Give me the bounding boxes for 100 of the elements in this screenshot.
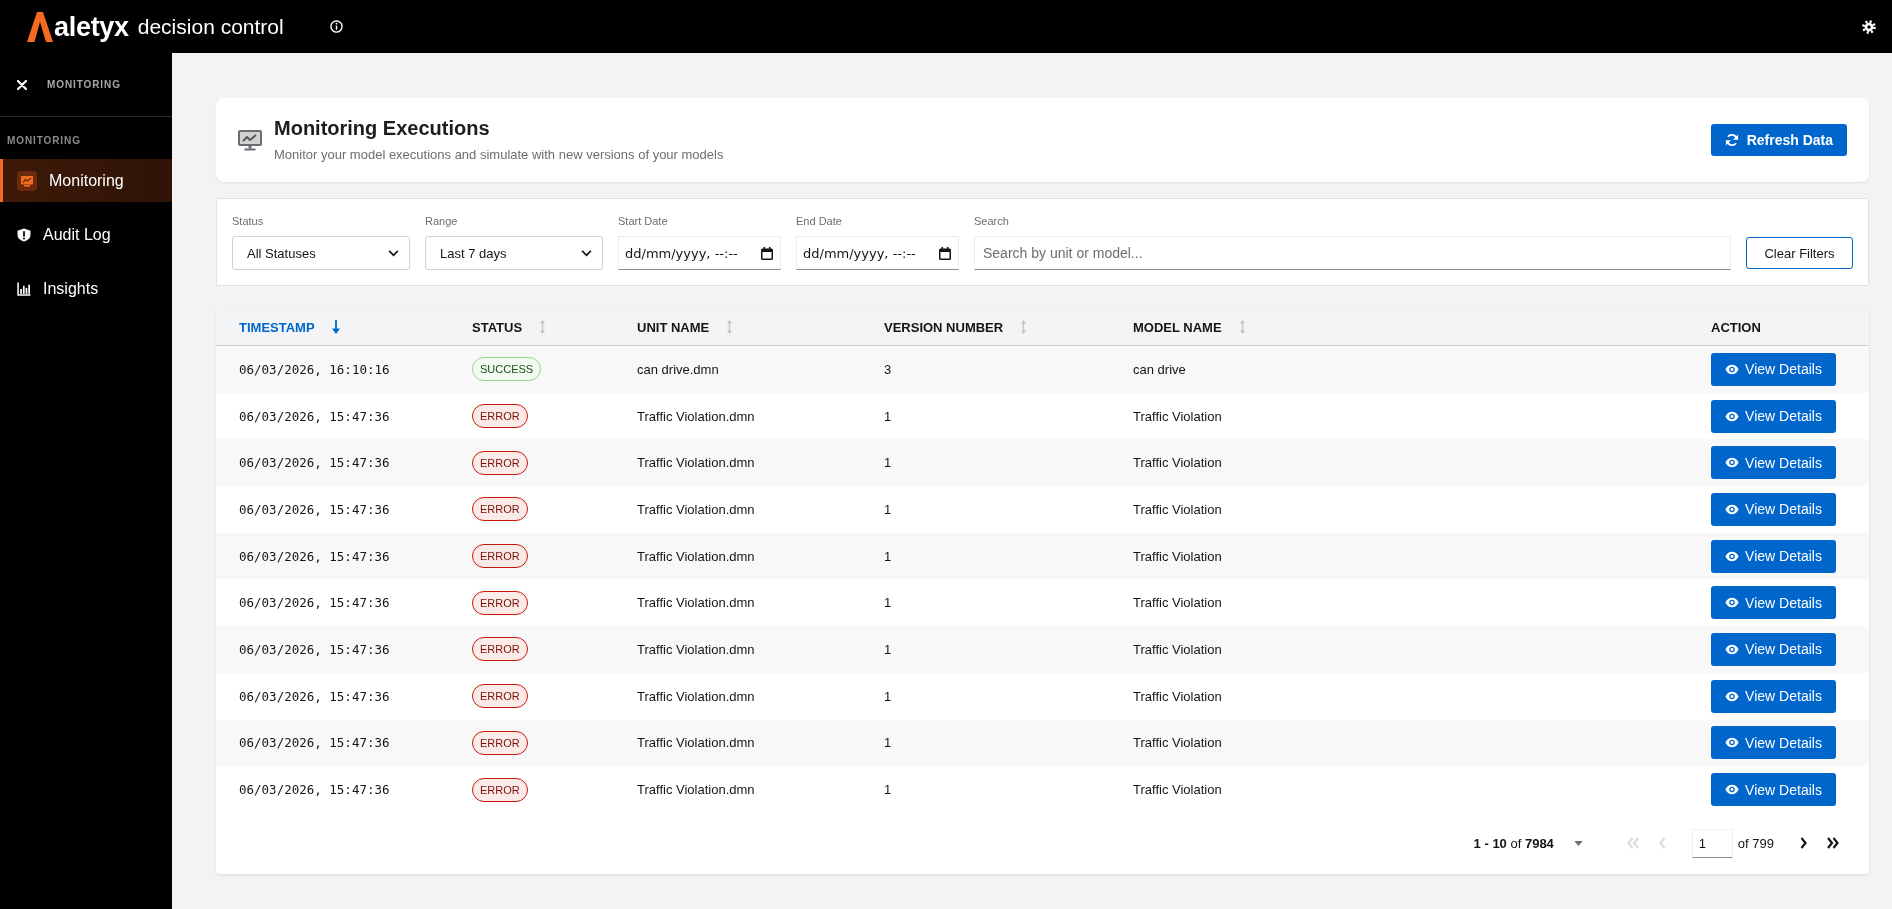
view-details-button[interactable]: View Details (1711, 539, 1836, 573)
version-number: 1 (884, 688, 892, 704)
calendar-icon[interactable] (939, 246, 951, 260)
sidebar-item[interactable]: Audit Log (0, 213, 172, 256)
sort-icon (539, 320, 547, 334)
version-number: 1 (884, 782, 892, 798)
timestamp-text: 06/03/2026, 16:10:16 (239, 361, 390, 377)
product-name: decision control (137, 13, 284, 40)
eye-icon (1725, 690, 1740, 702)
version-number: 3 (884, 361, 892, 377)
double-chevron-right-icon[interactable] (1827, 837, 1839, 850)
pagination-range: 1 - 10 of 7984 (1473, 835, 1554, 851)
view-details-button[interactable]: View Details (1711, 492, 1836, 526)
status-badge: ERROR (472, 637, 528, 662)
status-badge: ERROR (472, 590, 528, 615)
clear-filters-button[interactable]: Clear Filters (1746, 237, 1853, 269)
model-name: Traffic Violation (1133, 501, 1222, 517)
column-header[interactable]: VERSION NUMBER (884, 319, 1028, 335)
column-header[interactable]: UNIT NAME (637, 319, 734, 335)
model-name: can drive (1133, 361, 1186, 377)
view-details-button[interactable]: View Details (1711, 399, 1836, 433)
sidebar-title: MONITORING (47, 78, 121, 91)
sidebar-item[interactable]: Monitoring (0, 159, 172, 202)
monitor-chart-icon (17, 170, 37, 191)
version-number: 1 (884, 595, 892, 611)
refresh-button[interactable]: Refresh Data (1710, 124, 1847, 156)
chevron-right-icon[interactable] (1800, 837, 1807, 850)
version-number: 1 (884, 501, 892, 517)
filter-label: Range (425, 214, 458, 228)
unit-name: Traffic Violation.dmn (637, 688, 755, 704)
bar-chart-icon (17, 281, 31, 296)
model-name: Traffic Violation (1133, 688, 1222, 704)
model-name: Traffic Violation (1133, 595, 1222, 611)
date-field[interactable]: dd/mm/yyyy, --:-- (796, 236, 959, 270)
close-icon[interactable] (17, 79, 27, 90)
calendar-icon[interactable] (761, 246, 773, 260)
status-badge: ERROR (472, 777, 528, 802)
timestamp-text: 06/03/2026, 15:47:36 (239, 688, 390, 704)
dropdown-select[interactable]: All Statuses (232, 236, 410, 270)
timestamp-text: 06/03/2026, 15:47:36 (239, 641, 390, 657)
eye-icon (1725, 597, 1740, 609)
dropdown-select[interactable]: Last 7 days (425, 236, 603, 270)
page-subtitle: Monitor your model executions and simulate with new versions of your models (274, 146, 724, 164)
date-field[interactable]: dd/mm/yyyy, --:-- (618, 236, 781, 270)
caret-down-icon[interactable] (1573, 840, 1583, 846)
chevron-down-icon (388, 249, 399, 257)
unit-name: can drive.dmn (637, 361, 719, 377)
filter-label: End Date (796, 214, 842, 228)
column-header[interactable]: STATUS (472, 319, 547, 335)
column-header[interactable]: MODEL NAME (1133, 319, 1246, 335)
timestamp-text: 06/03/2026, 15:47:36 (239, 548, 390, 564)
eye-icon (1725, 503, 1740, 515)
refresh-icon (1724, 133, 1739, 147)
shield-alert-icon (17, 227, 31, 242)
timestamp-text: 06/03/2026, 15:47:36 (239, 735, 390, 751)
search-field[interactable]: Search by unit or model... (974, 236, 1731, 270)
page-input[interactable]: 1 (1691, 828, 1733, 858)
page-title: Monitoring Executions (274, 116, 490, 140)
model-name: Traffic Violation (1133, 782, 1222, 798)
view-details-button[interactable]: View Details (1711, 773, 1836, 807)
timestamp-text: 06/03/2026, 15:47:36 (239, 455, 390, 471)
timestamp-text: 06/03/2026, 15:47:36 (239, 408, 390, 424)
column-header[interactable]: TIMESTAMP (239, 319, 340, 335)
monitor-chart-icon (238, 129, 262, 151)
view-details-button[interactable]: View Details (1711, 632, 1836, 666)
eye-icon (1725, 784, 1740, 796)
brand-name: aletyx (54, 11, 129, 42)
view-details-button[interactable]: View Details (1711, 679, 1836, 713)
chevron-down-icon (581, 249, 592, 257)
unit-name: Traffic Violation.dmn (637, 408, 755, 424)
timestamp-text: 06/03/2026, 15:47:36 (239, 595, 390, 611)
info-icon[interactable] (329, 20, 343, 33)
sort-down-icon (331, 320, 340, 334)
version-number: 1 (884, 548, 892, 564)
eye-icon (1725, 643, 1740, 655)
version-number: 1 (884, 641, 892, 657)
filter-label: Status (232, 214, 264, 228)
status-badge: SUCCESS (472, 357, 542, 382)
version-number: 1 (884, 455, 892, 471)
view-details-button[interactable]: View Details (1711, 446, 1836, 480)
unit-name: Traffic Violation.dmn (637, 641, 755, 657)
status-badge: ERROR (472, 450, 528, 475)
unit-name: Traffic Violation.dmn (637, 595, 755, 611)
settings-icon[interactable] (1862, 19, 1876, 34)
view-details-button[interactable]: View Details (1711, 586, 1836, 620)
unit-name: Traffic Violation.dmn (637, 735, 755, 751)
sort-icon (726, 320, 734, 334)
eye-icon (1725, 550, 1740, 562)
view-details-button[interactable]: View Details (1711, 352, 1836, 386)
version-number: 1 (884, 735, 892, 751)
view-details-button[interactable]: View Details (1711, 726, 1836, 760)
unit-name: Traffic Violation.dmn (637, 501, 755, 517)
column-header: ACTION (1711, 319, 1761, 335)
status-badge: ERROR (472, 730, 528, 755)
status-badge: ERROR (472, 684, 528, 709)
eye-icon (1725, 737, 1740, 749)
unit-name: Traffic Violation.dmn (637, 548, 755, 564)
model-name: Traffic Violation (1133, 455, 1222, 471)
sort-icon (1020, 320, 1028, 334)
sidebar-item[interactable]: Insights (0, 267, 172, 310)
